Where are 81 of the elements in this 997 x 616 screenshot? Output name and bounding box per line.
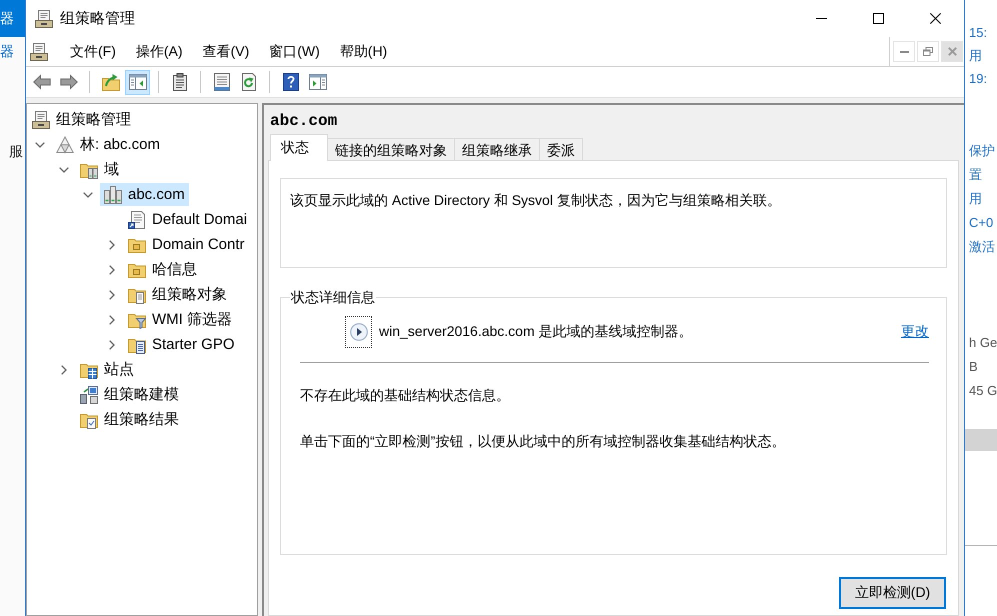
expand-button[interactable] xyxy=(345,316,372,348)
menu-item[interactable]: 文件(F) xyxy=(60,40,126,64)
tab[interactable]: 链接的组策略对象 xyxy=(327,138,455,160)
tree-item[interactable]: Default Domai xyxy=(124,208,252,231)
document-shortcut-icon xyxy=(128,210,146,228)
background-window-text: 15: xyxy=(969,24,988,42)
help-icon xyxy=(282,73,300,91)
server-icon xyxy=(104,186,122,204)
show-tree-button[interactable] xyxy=(125,70,150,94)
chevron-icon[interactable] xyxy=(109,264,115,274)
window-pane-icon xyxy=(308,73,326,91)
menu-item[interactable]: 帮助(H) xyxy=(330,40,398,64)
tree-item[interactable]: 域 xyxy=(76,158,123,181)
background-window-text: 器 xyxy=(0,0,25,37)
tree-item[interactable]: 组策略对象 xyxy=(124,283,231,306)
tree-item[interactable]: 哈信息 xyxy=(124,258,201,281)
document-tray-icon xyxy=(35,10,53,28)
clipboard-icon xyxy=(170,73,188,91)
group-legend: 状态详细信息 xyxy=(290,287,376,307)
background-window-text: 保护 xyxy=(969,142,995,160)
tree-item[interactable]: 组策略建模 xyxy=(76,383,183,406)
window-title: 组策略管理 xyxy=(60,9,135,28)
triangle-icon xyxy=(56,136,74,154)
tab[interactable]: 委派 xyxy=(539,138,583,160)
minimize-icon xyxy=(816,18,827,19)
document-tray-icon xyxy=(32,110,50,128)
menu-item[interactable]: 窗口(W) xyxy=(259,40,330,64)
detect-now-button[interactable]: 立即检测(D) xyxy=(839,577,946,609)
background-window-text: C+0 xyxy=(969,214,994,232)
list-document-icon xyxy=(212,73,230,91)
child-restore-button[interactable] xyxy=(917,41,939,62)
chevron-icon[interactable] xyxy=(109,240,115,250)
chevron-icon[interactable] xyxy=(109,314,115,324)
tree-item[interactable]: 站点 xyxy=(76,358,138,381)
menu-item[interactable]: 操作(A) xyxy=(126,40,193,64)
tree-item[interactable]: 林: abc.com xyxy=(52,133,164,156)
right-arrow-icon xyxy=(60,73,78,91)
tree-item[interactable]: 组策略管理 xyxy=(28,108,135,131)
restore-icon xyxy=(923,47,933,56)
tab[interactable]: 状态 xyxy=(270,134,328,161)
chevron-icon[interactable] xyxy=(35,142,45,148)
background-window-text: 器 xyxy=(0,42,14,61)
tree-item[interactable]: Starter GPO xyxy=(124,333,239,356)
document-tray-icon[interactable] xyxy=(30,42,48,60)
status-message: 单击下面的“立即检测”按钮，以便从此域中的所有域控制器收集基础结构状态。 xyxy=(300,432,786,451)
background-window-text: 服 xyxy=(9,142,23,161)
tree-item[interactable]: WMI 筛选器 xyxy=(124,308,236,331)
background-window-text: B xyxy=(969,358,978,376)
menu-item[interactable]: 查看(V) xyxy=(192,40,260,64)
chevron-icon[interactable] xyxy=(61,364,67,374)
tree-item[interactable]: Domain Contr xyxy=(124,233,249,256)
background-window-text: 19: xyxy=(969,70,988,88)
close-icon xyxy=(930,13,941,24)
chevron-icon[interactable] xyxy=(109,290,115,300)
tree-item[interactable]: abc.com xyxy=(100,183,189,206)
status-message: 不存在此域的基础结构状态信息。 xyxy=(300,386,511,405)
folder-arrow-icon xyxy=(102,73,120,91)
refresh-icon xyxy=(240,73,258,91)
close-icon xyxy=(948,47,956,56)
background-window-text: 置 xyxy=(969,166,982,184)
background-window-text: 45 G xyxy=(969,382,997,400)
chevron-icon[interactable] xyxy=(59,166,69,172)
background-window-text: 用 xyxy=(969,190,982,208)
left-arrow-icon xyxy=(32,73,50,91)
baseline-status-text: win_server2016.abc.com 是此域的基线域控制器。 xyxy=(379,323,693,341)
minimize-icon xyxy=(900,50,908,52)
change-link[interactable]: 更改 xyxy=(901,323,929,341)
background-window-text: h Ge xyxy=(969,334,997,352)
background-window-text: 激活 xyxy=(969,238,995,256)
chevron-icon[interactable] xyxy=(83,192,93,198)
chevron-icon[interactable] xyxy=(109,340,115,350)
child-minimize-button[interactable] xyxy=(893,41,915,62)
window-pane-icon xyxy=(128,73,146,91)
maximize-icon xyxy=(873,13,884,24)
background-window-text: 用 xyxy=(969,47,982,65)
tree-item[interactable]: 组策略结果 xyxy=(76,408,183,431)
domain-title: abc.com xyxy=(270,111,338,131)
tab[interactable]: 组策略继承 xyxy=(454,138,540,160)
header-bar xyxy=(965,429,997,451)
description-text: 该页显示此域的 Active Directory 和 Sysvol 复制状态，因为它与组策略相关联。 xyxy=(280,178,947,268)
monitor-devices-icon xyxy=(80,386,98,404)
